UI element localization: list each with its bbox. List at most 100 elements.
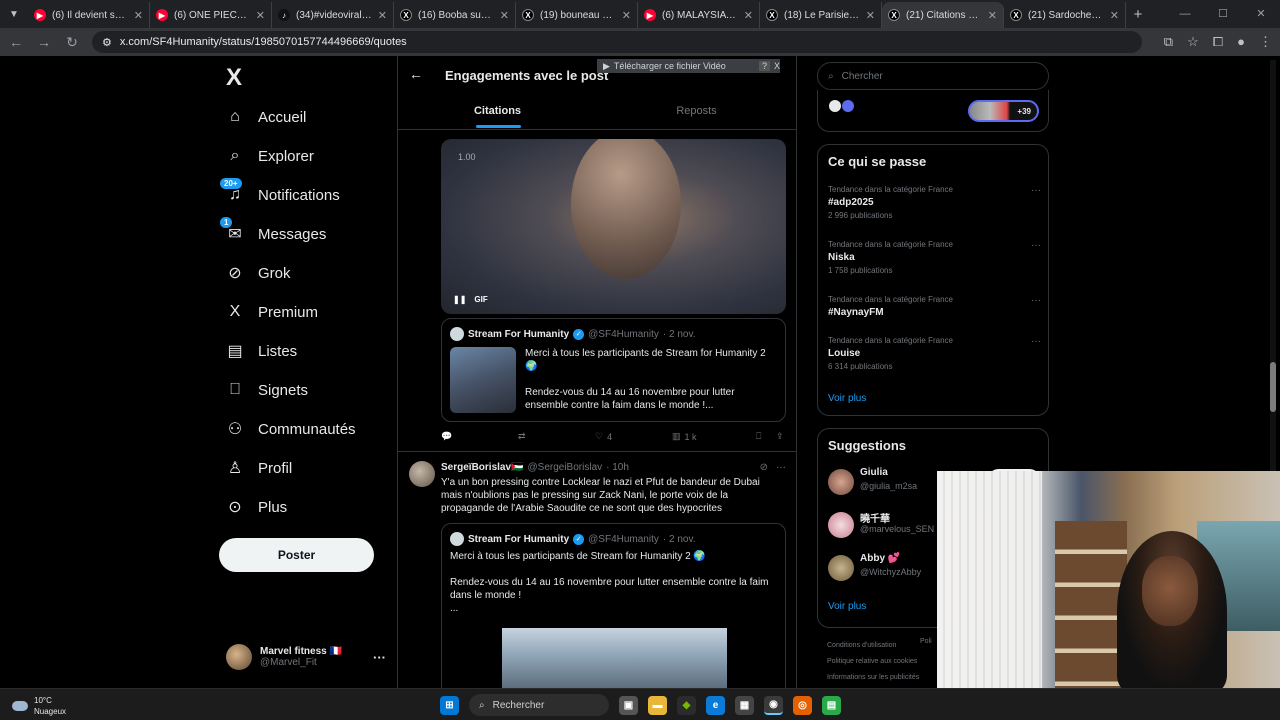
sidebar-item-listes[interactable]: ▤ Listes	[226, 335, 297, 367]
tab-reposts[interactable]: Reposts	[597, 98, 796, 130]
quoted-post-card[interactable]: Stream For Humanity ✓ @SF4Humanity · 2 n…	[441, 523, 786, 688]
quote-post[interactable]: SergeïBorislav🇵🇸 @SergeiBorislav · 10h ⊘…	[398, 452, 796, 688]
tab-citations[interactable]: Citations	[398, 98, 597, 130]
address-bar[interactable]: ⚙ x.com/SF4Humanity/status/1985070157744…	[92, 31, 1142, 53]
more-horizontal-icon[interactable]: ···	[373, 650, 386, 665]
footer-link[interactable]: Poli	[920, 638, 932, 645]
browser-tab[interactable]: ▶ (6) ONE PIECE : LA PR ✕	[150, 2, 272, 28]
suggestions-see-more-link[interactable]: Voir plus	[828, 601, 866, 612]
x-logo-icon[interactable]: X	[226, 64, 242, 92]
close-tab-icon[interactable]: ✕	[134, 9, 143, 22]
close-tab-icon[interactable]: ✕	[988, 9, 997, 22]
windows-start-icon[interactable]: ⊞	[440, 695, 459, 715]
quoted-image[interactable]	[502, 628, 727, 688]
help-icon[interactable]: ?	[758, 61, 770, 71]
browser-tab[interactable]: ▶ (6) Il devient sportif d ✕	[28, 2, 150, 28]
sidebar-item-accueil[interactable]: ⌂ Accueil	[226, 101, 306, 133]
back-arrow-icon[interactable]: ←	[409, 66, 423, 82]
close-tab-icon[interactable]: ✕	[378, 9, 387, 22]
weather-widget[interactable]: 10°C Nuageux	[12, 695, 66, 717]
extensions-icon[interactable]: ⧠	[1213, 34, 1223, 50]
browser-menu-icon[interactable]: ⋮	[1259, 34, 1272, 50]
minimize-icon[interactable]: —	[1166, 0, 1204, 28]
listeners-count[interactable]: +39	[968, 100, 1039, 122]
sidebar-item-messages[interactable]: ✉ 1 Messages	[220, 217, 326, 250]
trend-item[interactable]: Tendance dans la catégorie France Niska 1 …	[828, 240, 1043, 275]
close-icon[interactable]: X	[774, 61, 780, 71]
sidebar-item-plus[interactable]: ⊙ Plus	[226, 491, 287, 523]
install-app-icon[interactable]: ⧉	[1164, 34, 1173, 50]
tab-search-dropdown-icon[interactable]: ▼	[0, 0, 28, 28]
more-horizontal-icon[interactable]: ···	[776, 462, 786, 473]
back-icon[interactable]: ←	[8, 34, 24, 50]
browser-tab[interactable]: X (19) bouneau sur X : " ✕	[516, 2, 638, 28]
close-tab-icon[interactable]: ✕	[256, 9, 265, 22]
nvidia-icon[interactable]: ◆	[677, 695, 696, 715]
author-name[interactable]: SergeïBorislav🇵🇸	[441, 462, 524, 473]
account-switcher[interactable]: Marvel fitness 🇫🇷 @Marvel_Fit ···	[226, 644, 386, 670]
maximize-icon[interactable]: ☐	[1204, 0, 1242, 28]
browser-tab[interactable]: X (18) Le Parisien sur X ✕	[760, 2, 882, 28]
store-icon[interactable]: ▦	[735, 695, 754, 715]
more-horizontal-icon[interactable]: ···	[1031, 185, 1041, 196]
pause-icon[interactable]: ❚❚	[453, 295, 466, 304]
close-tab-icon[interactable]: ✕	[622, 9, 631, 22]
sidebar-item-notifications[interactable]: ♫ 20+ Notifications	[220, 178, 340, 211]
download-video-overlay[interactable]: ▶ Télécharger ce fichier Vidéo ? X	[597, 59, 780, 73]
footer-link[interactable]: Politique relative aux cookies	[827, 654, 939, 670]
bookmark-star-icon[interactable]: ☆	[1187, 34, 1199, 50]
close-tab-icon[interactable]: ✕	[500, 9, 509, 22]
browser-tab[interactable]: ▶ (6) MALAYSIA AIRLIN ✕	[638, 2, 760, 28]
quote-post[interactable]: 1.00 ❚❚ GIF Stream For Humanity ✓ @SF4Hu…	[398, 130, 796, 452]
bookmark-icon[interactable]: ⎕	[756, 431, 776, 442]
sidebar-item-profil[interactable]: ♙ Profil	[226, 452, 292, 484]
avatar[interactable]	[409, 461, 435, 487]
trend-item[interactable]: Tendance dans la catégorie France Louise 6…	[828, 336, 1043, 371]
sidebar-item-grok[interactable]: ⊘ Grok	[226, 257, 290, 289]
more-horizontal-icon[interactable]: ···	[1031, 295, 1041, 306]
chrome-icon[interactable]: ◉	[764, 695, 783, 715]
post-button[interactable]: Poster	[219, 538, 374, 572]
file-explorer-icon[interactable]: ▬	[648, 695, 667, 715]
close-tab-icon[interactable]: ✕	[866, 9, 875, 22]
trend-item[interactable]: Tendance dans la catégorie France #Naynay…	[828, 295, 1043, 318]
browser-tab[interactable]: X (16) Booba sur X : "@ ✕	[394, 2, 516, 28]
webcam-face	[1142, 556, 1198, 626]
like-button[interactable]: ♡ 4	[595, 431, 672, 442]
gif-media[interactable]: 1.00 ❚❚ GIF	[441, 139, 786, 314]
sidebar-item-explorer[interactable]: ⌕ Explorer	[226, 140, 314, 172]
grok-icon[interactable]: ⊘	[760, 462, 768, 473]
more-horizontal-icon[interactable]: ···	[1031, 240, 1041, 251]
edge-icon[interactable]: e	[706, 695, 725, 715]
firefox-icon[interactable]: ◎	[793, 695, 812, 715]
browser-tab[interactable]: X (21) Sardoche xx (@S ✕	[1004, 2, 1126, 28]
views-button[interactable]: ▥ 1 k	[672, 431, 756, 442]
trend-item[interactable]: Tendance dans la catégorie France #adp202…	[828, 185, 1043, 220]
more-horizontal-icon[interactable]: ···	[1031, 336, 1041, 347]
search-input[interactable]: ⌕ Chercher	[817, 62, 1049, 90]
task-view-icon[interactable]: ▣	[619, 695, 638, 715]
reply-icon[interactable]: 💬	[441, 431, 518, 442]
close-window-icon[interactable]: ✕	[1242, 0, 1280, 28]
sidebar-item-premium[interactable]: X Premium	[226, 296, 318, 328]
reload-icon[interactable]: ↻	[64, 34, 80, 51]
page-scrollbar-thumb[interactable]	[1270, 362, 1276, 412]
repost-icon[interactable]: ⇄	[518, 431, 595, 442]
forward-icon[interactable]: →	[36, 34, 52, 50]
close-tab-icon[interactable]: ✕	[744, 9, 753, 22]
profile-icon[interactable]: ●	[1237, 34, 1245, 50]
browser-tab[interactable]: X (21) Citations de ce p ✕	[882, 2, 1004, 28]
browser-tab[interactable]: ♪ (34)#videoviral #tikto ✕	[272, 2, 394, 28]
footer-link[interactable]: Informations sur les publicités	[827, 670, 939, 686]
quoted-post-card[interactable]: Stream For Humanity ✓ @SF4Humanity · 2 n…	[441, 318, 786, 422]
taskbar-search[interactable]: ⌕ Rechercher	[469, 694, 609, 716]
close-tab-icon[interactable]: ✕	[1110, 9, 1119, 22]
site-info-icon[interactable]: ⚙	[102, 36, 112, 49]
share-icon[interactable]: ⇪	[776, 431, 784, 442]
sidebar-item-communautés[interactable]: ⚇ Communautés	[226, 413, 356, 445]
sidebar-item-signets[interactable]: ⎕ Signets	[226, 374, 308, 406]
app-icon[interactable]: ▤	[822, 695, 841, 715]
trends-see-more-link[interactable]: Voir plus	[828, 393, 866, 404]
new-tab-button[interactable]: +	[1126, 6, 1150, 23]
heart-icon: ♡	[595, 431, 604, 441]
